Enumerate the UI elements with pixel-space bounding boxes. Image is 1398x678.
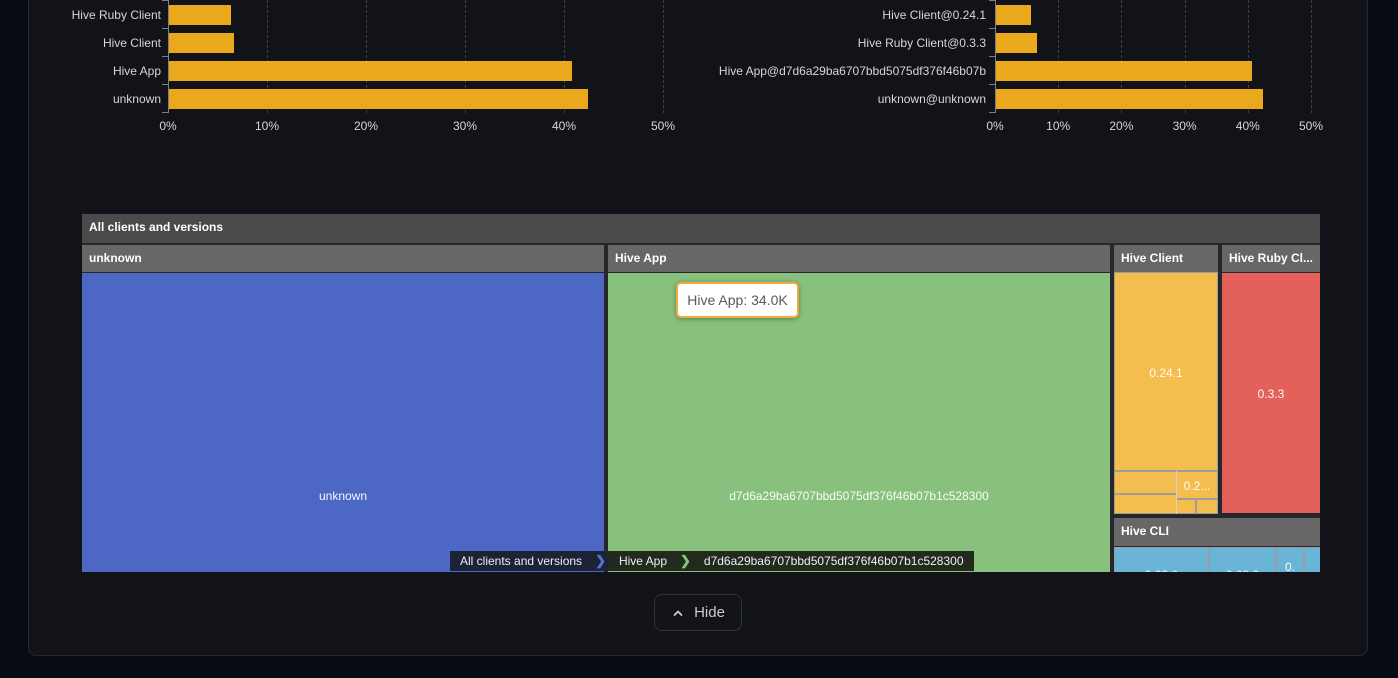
treemap-cell-label: unknown	[82, 489, 604, 503]
treemap-cell-hive-client-v02[interactable]: 0.2...	[1177, 472, 1217, 498]
hide-button[interactable]: Hide	[654, 594, 742, 631]
x-axis-tick-label: 50%	[1299, 119, 1323, 133]
treemap-breadcrumb: All clients and versions ❯ Hive App ❯ d7…	[450, 551, 974, 571]
bar[interactable]	[169, 5, 231, 25]
chevron-up-icon	[671, 606, 685, 620]
bar[interactable]	[996, 89, 1263, 109]
breadcrumb-item-root[interactable]: All clients and versions	[450, 551, 592, 571]
bar[interactable]	[169, 33, 234, 53]
axis-tick-mark	[162, 56, 168, 57]
treemap-cell-label: 0.23.0	[1210, 568, 1275, 572]
treemap-cell-hive-client-v0241[interactable]: 0.24.1	[1115, 273, 1217, 470]
x-axis-tick-label: 10%	[255, 119, 279, 133]
treemap-cell-unknown-cell[interactable]: unknown	[82, 273, 604, 572]
bar-category-label: Hive App@d7d6a29ba6707bbd5075df376f46b07…	[719, 64, 986, 78]
bar[interactable]	[996, 5, 1031, 25]
bar-category-label: Hive Client	[103, 36, 161, 50]
treemap-cell-label: d7d6a29ba6707bbd5075df376f46b07b1c528300	[608, 489, 1110, 503]
axis-tick-mark	[162, 84, 168, 85]
treemap-cell-label: 0.2...	[1177, 479, 1217, 493]
dashboard: 0% 10% 20% 30% 40% 50% Hive Ruby Client Hive Cl…	[0, 0, 1398, 678]
x-axis-tick-label: 20%	[354, 119, 378, 133]
treemap-cell-hive-client-cell-b[interactable]	[1115, 495, 1176, 513]
treemap-chart: All clients and versionsunknownunknownHi…	[82, 214, 1320, 572]
bar[interactable]	[996, 61, 1252, 81]
x-axis-tick-label: 20%	[1109, 119, 1133, 133]
x-axis-tick-label: 0%	[159, 119, 176, 133]
x-axis-tick-label: 40%	[552, 119, 576, 133]
x-axis-tick-label: 50%	[651, 119, 675, 133]
treemap-cell-label: 0.	[1277, 560, 1303, 572]
axis-tick-mark	[162, 0, 168, 1]
treemap-cell-hive-ruby-client-v033[interactable]: 0.3.3	[1222, 273, 1320, 513]
treemap-cell-hive-cli-v0230-b[interactable]: 0.23.0	[1210, 548, 1275, 572]
axis-tick-mark	[162, 112, 168, 113]
axis-tick-mark	[989, 56, 995, 57]
treemap-section-header-hive-app-header: Hive App	[608, 245, 1110, 272]
axis-tick-mark	[162, 28, 168, 29]
treemap-section-header-hive-cli-header: Hive CLI	[1114, 518, 1320, 546]
breadcrumb-item-version[interactable]: d7d6a29ba6707bbd5075df376f46b07b1c528300	[694, 551, 974, 571]
treemap-cell-hive-client-cell-d[interactable]	[1197, 500, 1217, 513]
treemap-cell-label: 0.23.0	[1115, 568, 1208, 572]
treemap-cell-hive-client-cell-a[interactable]	[1115, 472, 1176, 493]
bar-category-label: Hive App	[113, 64, 161, 78]
treemap-cell-label: 0.24.1	[1115, 366, 1217, 380]
bar[interactable]	[169, 89, 588, 109]
axis-tick-mark	[989, 28, 995, 29]
treemap-section-header-all-clients-header: All clients and versions	[82, 214, 1320, 243]
axis-tick-mark	[989, 0, 995, 1]
bar-category-label: unknown	[113, 92, 161, 106]
bar[interactable]	[996, 33, 1037, 53]
chevron-right-icon: ❯	[592, 551, 609, 571]
breadcrumb-item-hive-app[interactable]: Hive App	[609, 551, 677, 571]
treemap-tooltip: Hive App: 34.0K	[676, 282, 799, 318]
bar[interactable]	[169, 61, 572, 81]
treemap-section-header-hive-ruby-client-header: Hive Ruby Cl...	[1222, 245, 1320, 272]
treemap-section-header-unknown-header: unknown	[82, 245, 604, 272]
treemap-section-header-hive-client-header: Hive Client	[1114, 245, 1218, 272]
x-axis-tick-label: 10%	[1046, 119, 1070, 133]
hide-button-label: Hide	[694, 604, 725, 621]
bar-category-label: Hive Ruby Client@0.3.3	[858, 36, 986, 50]
x-axis-tick-label: 30%	[1173, 119, 1197, 133]
grid-line	[1311, 0, 1312, 113]
grid-line	[663, 0, 664, 113]
x-axis-tick-label: 40%	[1236, 119, 1260, 133]
chevron-right-icon: ❯	[677, 551, 694, 571]
axis-tick-mark	[989, 84, 995, 85]
treemap-cell-hive-cli-v0230-a[interactable]: 0.23.0	[1115, 548, 1208, 572]
treemap-cell-hive-cli-cell-d[interactable]	[1305, 548, 1320, 572]
x-axis-tick-label: 0%	[986, 119, 1003, 133]
bar-category-label: Hive Ruby Client	[72, 8, 161, 22]
bar-category-label: unknown@unknown	[878, 92, 986, 106]
axis-tick-mark	[989, 112, 995, 113]
x-axis-tick-label: 30%	[453, 119, 477, 133]
tooltip-text: Hive App: 34.0K	[687, 292, 787, 308]
treemap-cell-label: 0.3.3	[1222, 387, 1320, 401]
treemap-cell-hive-client-cell-c[interactable]	[1177, 500, 1195, 513]
treemap-cell-hive-cli-v0-c[interactable]: 0.	[1277, 548, 1303, 572]
bar-category-label: Hive Client@0.24.1	[882, 8, 986, 22]
